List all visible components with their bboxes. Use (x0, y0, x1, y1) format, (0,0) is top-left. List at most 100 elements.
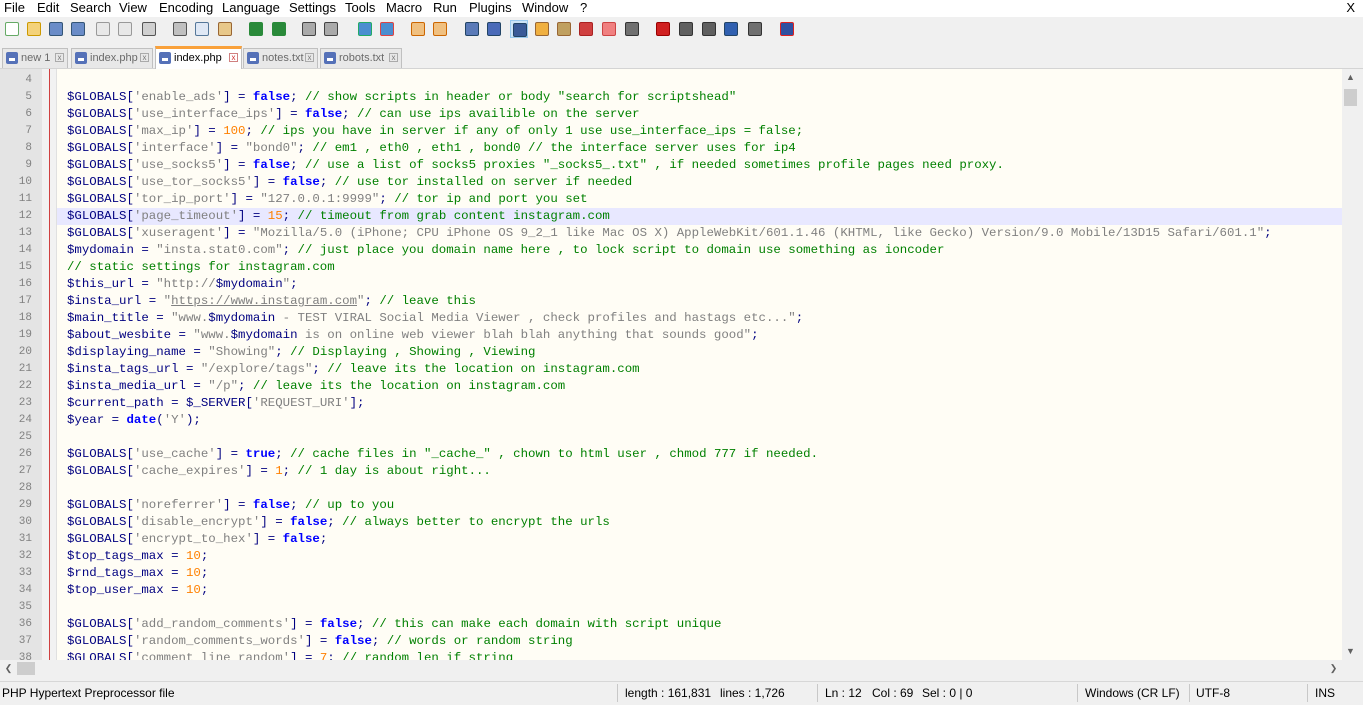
editor[interactable]: $GLOBALS['enable_ads'] = false; // show … (0, 69, 1342, 660)
line-number: 6 (25, 108, 32, 120)
zoom-in-icon[interactable] (356, 20, 374, 38)
undo-icon[interactable] (247, 20, 265, 38)
print-icon[interactable] (140, 20, 158, 38)
play-macro-icon[interactable] (700, 20, 718, 38)
menu-encoding[interactable]: Encoding (159, 0, 213, 17)
menu-help[interactable]: ? (580, 0, 587, 17)
close-all-icon[interactable] (116, 20, 134, 38)
code-token: ] = (260, 515, 291, 529)
close-document-button[interactable]: X (1346, 0, 1355, 15)
find-icon[interactable] (300, 20, 318, 38)
code-token: 'max_ip' (133, 124, 194, 138)
save-icon[interactable] (47, 20, 65, 38)
paste-icon[interactable] (216, 20, 234, 38)
code-token: 1 (275, 464, 283, 478)
horizontal-scrollbar[interactable]: ❮ ❯ (0, 660, 1342, 677)
spellcheck-icon[interactable] (778, 20, 796, 38)
menu-language[interactable]: Language (222, 0, 280, 17)
show-all-chars-icon[interactable] (485, 20, 503, 38)
tab-close-icon[interactable]: x (55, 53, 64, 62)
tab-index-php-active[interactable]: index.php x (155, 46, 242, 69)
scroll-right-icon[interactable]: ❯ (1325, 660, 1342, 677)
file-icon (324, 52, 336, 64)
save-macro-icon[interactable] (746, 20, 764, 38)
code-token: "insta.stat0.com" (156, 243, 283, 257)
indent-guide-icon[interactable] (510, 20, 528, 38)
file-icon (75, 52, 87, 64)
tab-index-php[interactable]: index.php x (71, 48, 153, 68)
close-icon[interactable] (94, 20, 112, 38)
tab-notes-txt[interactable]: notes.txt x (243, 48, 318, 68)
code-token: ; (327, 651, 343, 660)
code-token: [ (126, 226, 134, 240)
tab-close-icon[interactable]: x (305, 53, 314, 62)
horizontal-scroll-thumb[interactable] (17, 662, 35, 675)
code-area[interactable]: $GLOBALS['enable_ads'] = false; // show … (56, 69, 1342, 660)
code-token: ] = (223, 498, 253, 512)
save-all-icon[interactable] (69, 20, 87, 38)
run-macro-multiple-icon[interactable] (722, 20, 740, 38)
code-token: ; (312, 362, 328, 376)
line-number: 24 (18, 414, 32, 426)
menu-run[interactable]: Run (433, 0, 457, 17)
scroll-left-icon[interactable]: ❮ (0, 660, 17, 677)
line-number: 15 (18, 261, 32, 273)
redo-icon[interactable] (270, 20, 288, 38)
menu-tools[interactable]: Tools (345, 0, 375, 17)
code-token: "http:// (156, 277, 216, 291)
tab-robots-txt[interactable]: robots.txt x (320, 48, 402, 68)
code-token: $GLOBALS (67, 175, 127, 189)
zoom-out-icon[interactable] (378, 20, 396, 38)
tab-close-icon[interactable]: x (389, 53, 398, 62)
tab-close-icon[interactable]: x (229, 53, 238, 62)
code-token: = (163, 583, 186, 597)
tab-label: robots.txt (339, 52, 385, 64)
menu-file[interactable]: File (4, 0, 25, 17)
code-token: " (282, 277, 291, 291)
code-text: $mydomain = "insta.stat0.com"; // just p… (67, 242, 944, 259)
vertical-scroll-thumb[interactable] (1344, 89, 1357, 106)
code-token: // timeout from grab content instagram.c… (297, 209, 610, 223)
code-token: = (104, 413, 127, 427)
folder-icon[interactable] (600, 20, 618, 38)
code-token: $mydomain (208, 311, 276, 325)
new-file-icon[interactable] (3, 20, 21, 38)
menu-search[interactable]: Search (70, 0, 111, 17)
menu-settings[interactable]: Settings (289, 0, 336, 17)
code-token: "bond0" (245, 141, 298, 155)
code-token: false (334, 634, 372, 648)
vertical-scrollbar[interactable]: ▲ ▼ (1342, 69, 1359, 660)
sync-horizontal-icon[interactable] (431, 20, 449, 38)
tab-bar: new 1 x index.php x index.php x notes.txt x robo… (0, 44, 1363, 69)
function-list-icon[interactable] (555, 20, 573, 38)
tab-new-1[interactable]: new 1 x (2, 48, 68, 68)
sync-vertical-icon[interactable] (409, 20, 427, 38)
open-file-icon[interactable] (25, 20, 43, 38)
menu-window[interactable]: Window (522, 0, 568, 17)
folder-workspace-icon[interactable] (577, 20, 595, 38)
code-token: ] = (290, 651, 320, 660)
menu-edit[interactable]: Edit (37, 0, 59, 17)
scroll-up-icon[interactable]: ▲ (1342, 69, 1359, 86)
scroll-down-icon[interactable]: ▼ (1342, 643, 1359, 660)
code-token: [ (126, 532, 134, 546)
copy-icon[interactable] (193, 20, 211, 38)
record-macro-icon[interactable] (654, 20, 672, 38)
doc-map-icon[interactable] (533, 20, 551, 38)
menu-plugins[interactable]: Plugins (469, 0, 512, 17)
code-token: $GLOBALS (67, 141, 127, 155)
monitoring-icon[interactable] (623, 20, 641, 38)
stop-record-icon[interactable] (677, 20, 695, 38)
replace-icon[interactable] (322, 20, 340, 38)
code-token: // leave its the location on instagram.c… (252, 379, 566, 393)
code-token: "www. (193, 328, 231, 342)
menu-macro[interactable]: Macro (386, 0, 422, 17)
line-number: 9 (25, 159, 32, 171)
cut-icon[interactable] (171, 20, 189, 38)
menu-view[interactable]: View (119, 0, 147, 17)
code-text: $main_title = "www.$mydomain - TEST VIRA… (67, 310, 803, 327)
status-separator (1189, 684, 1190, 702)
code-token: 'cache_expires' (133, 464, 246, 478)
word-wrap-icon[interactable] (463, 20, 481, 38)
tab-close-icon[interactable]: x (140, 53, 149, 62)
